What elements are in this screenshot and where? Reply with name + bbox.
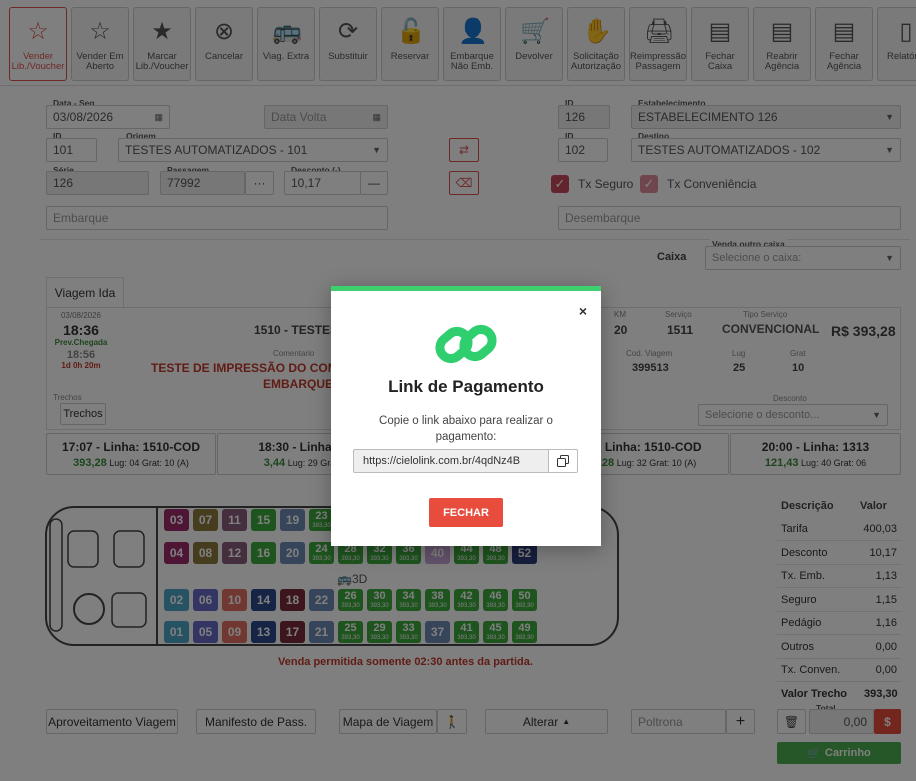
modal-message: Copie o link abaixo para realizar o paga…	[379, 415, 553, 443]
modal-title: Link de Pagamento	[388, 377, 544, 396]
payment-link-modal: × Link de Pagamento Copie o link abaixo …	[331, 286, 601, 546]
fechar-button[interactable]: FECHAR	[429, 498, 503, 527]
copy-icon[interactable]	[548, 449, 578, 473]
link-icon	[435, 324, 497, 364]
payment-link-field[interactable]: https://cielolink.com.br/4qdNz4B	[353, 449, 549, 473]
close-icon[interactable]: ×	[579, 303, 587, 319]
